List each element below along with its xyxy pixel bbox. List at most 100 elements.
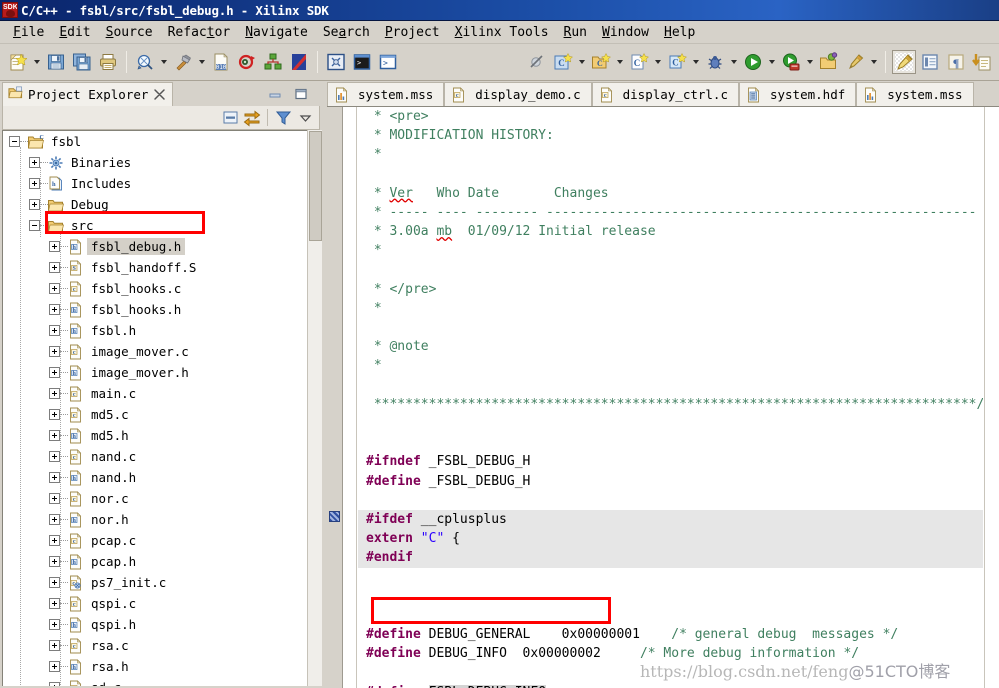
menu-source[interactable]: Source — [99, 23, 161, 42]
tree-item-fsbl-debug-h[interactable]: h fsbl_debug.h — [3, 236, 307, 257]
tree-item-rsa-c[interactable]: c rsa.c — [3, 635, 307, 656]
new-c-project-dropdown-arrow[interactable] — [576, 51, 588, 73]
tab-project-explorer[interactable]: Project Explorer — [2, 82, 174, 106]
toggle-block-selection-icon[interactable] — [918, 50, 942, 74]
code-line[interactable]: extern "C" { — [358, 529, 983, 549]
open-profile-icon[interactable] — [817, 50, 841, 74]
expand-icon[interactable] — [49, 619, 60, 630]
tree-item-fsbl-handoff-s[interactable]: Sfsbl_handoff.S — [3, 257, 307, 278]
expand-icon[interactable] — [49, 640, 60, 651]
gutter-task-marker-icon[interactable] — [329, 511, 340, 522]
pin-editor-icon[interactable] — [843, 50, 867, 74]
editor-tab-system-mss[interactable]: system.mss — [327, 82, 445, 106]
refresh-program-fpga-icon[interactable] — [235, 50, 259, 74]
expand-icon[interactable] — [49, 577, 60, 588]
run-dropdown-arrow[interactable] — [766, 51, 778, 73]
tree-item-fsbl-h[interactable]: h fsbl.h — [3, 320, 307, 341]
flash-program-icon[interactable] — [261, 50, 285, 74]
code-line[interactable]: * — [358, 299, 983, 318]
code-line[interactable]: * MODIFICATION HISTORY: — [358, 126, 983, 145]
tree-item-ps7-init-c[interactable]: c ps7_init.c — [3, 572, 307, 593]
binary-010-icon[interactable]: 010 — [209, 50, 233, 74]
terminal-icon[interactable]: > — [350, 50, 374, 74]
tree-item-qspi-c[interactable]: c qspi.c — [3, 593, 307, 614]
debug-dropdown-arrow[interactable] — [728, 51, 740, 73]
code-line[interactable]: #define _FSBL_DEBUG_H — [358, 472, 983, 491]
tree-item-image-mover-c[interactable]: c image_mover.c — [3, 341, 307, 362]
print-icon[interactable] — [96, 50, 120, 74]
code-line[interactable]: #define FSBL_DEBUG_INFO — [358, 683, 983, 688]
tree-item-pcap-h[interactable]: h pcap.h — [3, 551, 307, 572]
code-line[interactable]: #ifndef _FSBL_DEBUG_H — [358, 452, 983, 471]
search-dropdown-arrow[interactable] — [158, 51, 170, 73]
menu-window[interactable]: Window — [595, 23, 657, 42]
tree-item-md5-h[interactable]: h md5.h — [3, 425, 307, 446]
menu-refactor[interactable]: Refactor — [161, 23, 239, 42]
xilinx-sdk-icon[interactable] — [287, 50, 311, 74]
expand-icon[interactable] — [49, 367, 60, 378]
editor-folding-column[interactable] — [344, 107, 357, 688]
new-dropdown-arrow[interactable] — [31, 51, 43, 73]
xmd-console-icon[interactable] — [324, 50, 348, 74]
collapse-all-icon[interactable] — [220, 108, 240, 128]
new-class-dropdown-arrow[interactable] — [690, 51, 702, 73]
expand-icon[interactable] — [29, 199, 40, 210]
view-menu-icon[interactable] — [295, 108, 315, 128]
tree-item-binaries[interactable]: Binaries — [3, 152, 307, 173]
expand-icon[interactable] — [49, 304, 60, 315]
code-line[interactable] — [358, 433, 983, 452]
tree-item-pcap-c[interactable]: c pcap.c — [3, 530, 307, 551]
code-line[interactable]: #endif — [358, 548, 983, 568]
menu-xilinx-tools[interactable]: Xilinx Tools — [448, 23, 557, 42]
tree-item-fsbl-hooks-h[interactable]: h fsbl_hooks.h — [3, 299, 307, 320]
code-line[interactable] — [358, 606, 983, 625]
expand-icon[interactable] — [29, 178, 40, 189]
expand-icon[interactable] — [49, 283, 60, 294]
code-line[interactable] — [358, 261, 983, 280]
code-line[interactable]: ****************************************… — [358, 395, 983, 414]
expand-icon[interactable] — [49, 430, 60, 441]
tree-item-nor-c[interactable]: c nor.c — [3, 488, 307, 509]
tree-item-src[interactable]: src — [3, 215, 307, 236]
tree-vertical-scrollbar[interactable] — [307, 130, 322, 686]
new-c-project-icon[interactable]: C — [551, 50, 575, 74]
run-icon[interactable] — [741, 50, 765, 74]
editor-tab-display-ctrl-c[interactable]: c display_ctrl.c — [591, 82, 739, 106]
tree-item-includes[interactable]: h Includes — [3, 173, 307, 194]
expand-icon[interactable] — [49, 325, 60, 336]
menu-project[interactable]: Project — [378, 23, 448, 42]
skip-breakpoints-icon[interactable] — [525, 50, 549, 74]
expand-icon[interactable] — [29, 157, 40, 168]
expand-icon[interactable] — [49, 241, 60, 252]
menu-edit[interactable]: Edit — [52, 23, 98, 42]
editor-tab-system-mss[interactable]: system.mss — [856, 82, 974, 106]
expand-icon[interactable] — [49, 682, 60, 686]
expand-icon[interactable] — [49, 598, 60, 609]
tree-item-sd-c[interactable]: c sd.c — [3, 677, 307, 686]
toggle-mark-occurrences-icon[interactable] — [892, 50, 916, 74]
tree-item-debug[interactable]: Debug — [3, 194, 307, 215]
close-icon[interactable] — [153, 88, 166, 101]
code-line[interactable]: #define DEBUG_INFO 0x00000002 /* More de… — [358, 644, 983, 663]
editor-tab-display-demo-c[interactable]: c display_demo.c — [444, 82, 592, 106]
link-with-editor-icon[interactable] — [242, 108, 262, 128]
code-line[interactable]: #ifdef __cplusplus — [358, 509, 983, 530]
new-wizard-icon[interactable] — [6, 50, 30, 74]
new-c-folder-icon[interactable]: C — [589, 50, 613, 74]
menu-help[interactable]: Help — [657, 23, 703, 42]
code-line[interactable]: * — [358, 145, 983, 164]
code-line[interactable] — [358, 414, 983, 433]
menu-navigate[interactable]: Navigate — [238, 23, 316, 42]
build-dropdown-arrow[interactable] — [196, 51, 208, 73]
menu-search[interactable]: Search — [316, 23, 378, 42]
code-line[interactable]: * 3.00a mb 01/09/12 Initial release — [358, 222, 983, 241]
search-icon[interactable] — [133, 50, 157, 74]
save-icon[interactable] — [44, 50, 68, 74]
editor-overview-ruler[interactable] — [984, 107, 999, 688]
tree-item-rsa-h[interactable]: h rsa.h — [3, 656, 307, 677]
code-line[interactable] — [358, 491, 983, 510]
source-editor[interactable]: * <pre> * MODIFICATION HISTORY: * * Ver … — [327, 106, 999, 688]
expand-icon[interactable] — [49, 556, 60, 567]
build-hammer-icon[interactable] — [171, 50, 195, 74]
code-line[interactable]: #define DEBUG_GENERAL 0x00000001 /* gene… — [358, 625, 983, 644]
